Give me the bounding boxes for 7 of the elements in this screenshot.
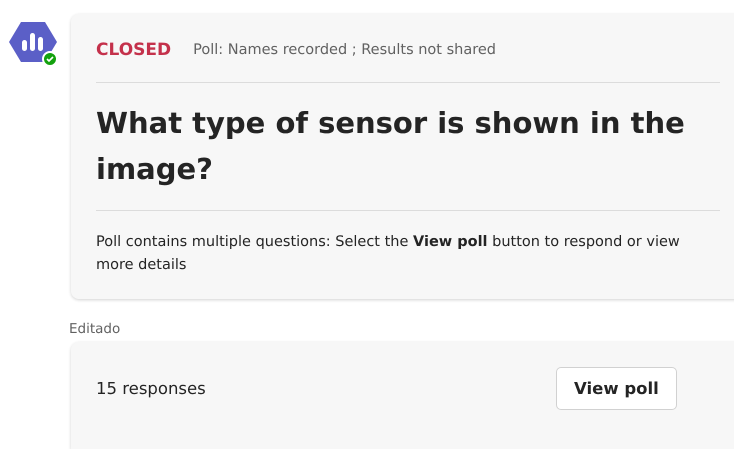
poll-settings-text: Poll: Names recorded ; Results not shared [193, 42, 496, 58]
poll-note: Poll contains multiple questions: Select the View poll button to respond or view more details [96, 233, 681, 275]
view-poll-button[interactable]: View poll [556, 367, 677, 410]
poll-question: What type of sensor is shown in the image? [96, 83, 720, 211]
poll-status: CLOSED [96, 40, 172, 60]
edited-label: Editado [69, 321, 120, 337]
responses-count: 15 responses [96, 379, 207, 398]
